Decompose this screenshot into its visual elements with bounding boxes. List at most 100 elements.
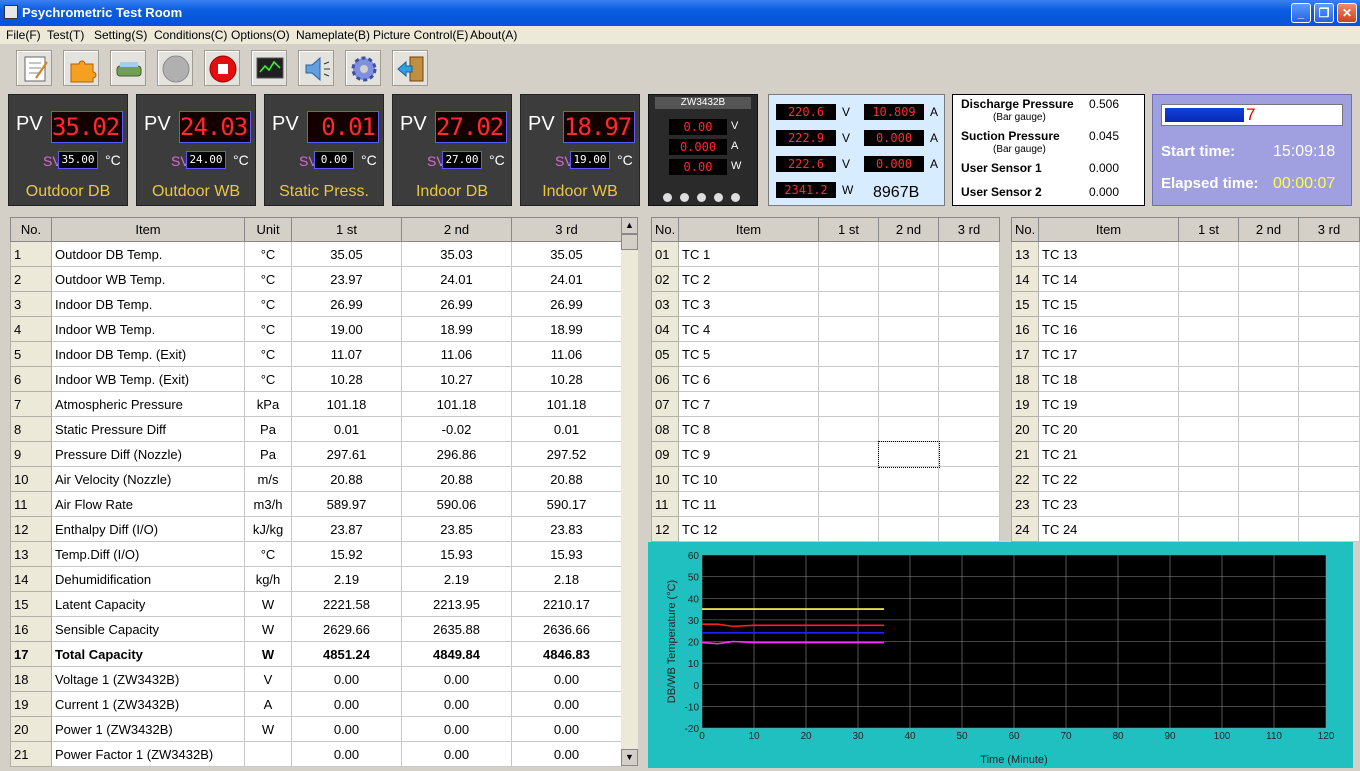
tc-value-cell[interactable] xyxy=(818,391,879,417)
tc-value-cell[interactable] xyxy=(878,491,939,517)
table-row[interactable]: 1 Outdoor DB Temp. °C 35.05 35.03 35.05 xyxy=(10,241,622,267)
tc-value-cell[interactable] xyxy=(938,416,1000,442)
table-row[interactable]: 07 TC 7 xyxy=(651,391,1000,417)
tc-value-cell[interactable] xyxy=(1238,266,1299,292)
table-row[interactable]: 14 TC 14 xyxy=(1011,266,1360,292)
tc-value-cell[interactable] xyxy=(1238,466,1299,492)
column-header[interactable]: Unit xyxy=(244,217,292,242)
table-row[interactable]: 19 TC 19 xyxy=(1011,391,1360,417)
table-row[interactable]: 4 Indoor WB Temp. °C 19.00 18.99 18.99 xyxy=(10,316,622,342)
table-row[interactable]: 16 TC 16 xyxy=(1011,316,1360,342)
menu-file[interactable]: File(F) xyxy=(6,28,41,42)
tc-value-cell[interactable] xyxy=(1298,341,1360,367)
tc-value-cell[interactable] xyxy=(938,516,1000,542)
results-scrollbar[interactable]: ▲ ▼ xyxy=(621,217,638,766)
pause-button[interactable] xyxy=(157,50,193,86)
table-row[interactable]: 9 Pressure Diff (Nozzle) Pa 297.61 296.86 297… xyxy=(10,441,622,467)
puzzle-button[interactable] xyxy=(63,50,99,86)
tc-value-cell[interactable] xyxy=(1298,491,1360,517)
tc-value-cell[interactable] xyxy=(818,341,879,367)
table-row[interactable]: 5 Indoor DB Temp. (Exit) °C 11.07 11.06 11.06 xyxy=(10,341,622,367)
table-row[interactable]: 13 Temp.Diff (I/O) °C 15.92 15.93 15.93 xyxy=(10,541,622,567)
tc-value-cell[interactable] xyxy=(878,366,939,392)
scanner-button[interactable] xyxy=(110,50,146,86)
settings-button[interactable] xyxy=(345,50,381,86)
restore-button[interactable]: ❐ xyxy=(1314,3,1334,23)
tc-value-cell[interactable] xyxy=(938,316,1000,342)
table-row[interactable]: 6 Indoor WB Temp. (Exit) °C 10.28 10.27 10.28 xyxy=(10,366,622,392)
sound-button[interactable] xyxy=(298,50,334,86)
column-header[interactable]: 1 st xyxy=(291,217,402,242)
tc-value-cell[interactable] xyxy=(938,341,1000,367)
column-header[interactable]: No. xyxy=(10,217,52,242)
tc-value-cell[interactable] xyxy=(938,266,1000,292)
tc-value-cell[interactable] xyxy=(1178,341,1239,367)
column-header[interactable]: 3 rd xyxy=(1298,217,1360,242)
table-row[interactable]: 01 TC 1 xyxy=(651,241,1000,267)
column-header[interactable]: No. xyxy=(1011,217,1039,242)
tc-value-cell[interactable] xyxy=(1178,316,1239,342)
table-row[interactable]: 13 TC 13 xyxy=(1011,241,1360,267)
tc-value-cell[interactable] xyxy=(1238,291,1299,317)
tc-value-cell[interactable] xyxy=(1298,291,1360,317)
tc-value-cell[interactable] xyxy=(938,291,1000,317)
table-row[interactable]: 3 Indoor DB Temp. °C 26.99 26.99 26.99 xyxy=(10,291,622,317)
column-header[interactable]: Item xyxy=(678,217,819,242)
column-header[interactable]: 1 st xyxy=(1178,217,1239,242)
menu-test[interactable]: Test(T) xyxy=(47,28,84,42)
scroll-up-arrow[interactable]: ▲ xyxy=(621,217,638,234)
tc-value-cell[interactable] xyxy=(1178,366,1239,392)
tc-value-cell[interactable] xyxy=(1298,466,1360,492)
tc-value-cell[interactable] xyxy=(878,416,939,442)
tc-value-cell[interactable] xyxy=(878,516,939,542)
tc-value-cell[interactable] xyxy=(1298,366,1360,392)
table-row[interactable]: 06 TC 6 xyxy=(651,366,1000,392)
tc-value-cell[interactable] xyxy=(1298,516,1360,542)
monitor-button[interactable] xyxy=(251,50,287,86)
table-row[interactable]: 20 Power 1 (ZW3432B) W 0.00 0.00 0.00 xyxy=(10,716,622,742)
tc-value-cell[interactable] xyxy=(1178,241,1239,267)
close-button[interactable]: ✕ xyxy=(1337,3,1357,23)
tc-value-cell[interactable] xyxy=(1178,516,1239,542)
column-header[interactable]: 2 nd xyxy=(1238,217,1299,242)
tc-value-cell[interactable] xyxy=(818,366,879,392)
tc-value-cell[interactable] xyxy=(938,391,1000,417)
tc-value-cell[interactable] xyxy=(1298,441,1360,467)
tc-value-cell[interactable] xyxy=(1178,491,1239,517)
table-row[interactable]: 04 TC 4 xyxy=(651,316,1000,342)
tc-value-cell[interactable] xyxy=(818,316,879,342)
table-row[interactable]: 19 Current 1 (ZW3432B) A 0.00 0.00 0.00 xyxy=(10,691,622,717)
column-header[interactable]: 1 st xyxy=(818,217,879,242)
tc-value-cell[interactable] xyxy=(1238,441,1299,467)
column-header[interactable]: Item xyxy=(51,217,245,242)
tc-value-cell[interactable] xyxy=(1178,416,1239,442)
tc-value-cell[interactable] xyxy=(878,316,939,342)
table-row[interactable]: 09 TC 9 xyxy=(651,440,1000,468)
tc-value-cell[interactable] xyxy=(1178,391,1239,417)
table-row[interactable]: 21 Power Factor 1 (ZW3432B) 0.00 0.00 0.00 xyxy=(10,741,622,767)
tc-value-cell[interactable] xyxy=(938,491,1000,517)
table-row[interactable]: 20 TC 20 xyxy=(1011,416,1360,442)
table-row[interactable]: 7 Atmospheric Pressure kPa 101.18 101.18 101.… xyxy=(10,391,622,417)
column-header[interactable]: 2 nd xyxy=(401,217,512,242)
table-row[interactable]: 8 Static Pressure Diff Pa 0.01 -0.02 0.01 xyxy=(10,416,622,442)
tc-value-cell[interactable] xyxy=(877,440,940,468)
scroll-down-arrow[interactable]: ▼ xyxy=(621,749,638,766)
table-row[interactable]: 05 TC 5 xyxy=(651,341,1000,367)
tc-value-cell[interactable] xyxy=(818,441,879,467)
table-row[interactable]: 11 Air Flow Rate m3/h 589.97 590.06 590.17 xyxy=(10,491,622,517)
tc-value-cell[interactable] xyxy=(878,466,939,492)
column-header[interactable]: 3 rd xyxy=(511,217,622,242)
tc-value-cell[interactable] xyxy=(1178,291,1239,317)
menu-about[interactable]: About(A) xyxy=(470,28,517,42)
tc-value-cell[interactable] xyxy=(818,491,879,517)
menu-picture-control[interactable]: Picture Control(E) xyxy=(373,28,468,42)
tc-value-cell[interactable] xyxy=(1238,516,1299,542)
table-row[interactable]: 10 TC 10 xyxy=(651,466,1000,492)
column-header[interactable]: No. xyxy=(651,217,679,242)
table-row[interactable]: 10 Air Velocity (Nozzle) m/s 20.88 20.88 20.8… xyxy=(10,466,622,492)
table-row[interactable]: 15 Latent Capacity W 2221.58 2213.95 2210.17 xyxy=(10,591,622,617)
table-row[interactable]: 24 TC 24 xyxy=(1011,516,1360,542)
table-row[interactable]: 17 Total Capacity W 4851.24 4849.84 4846.83 xyxy=(10,641,622,667)
tc-value-cell[interactable] xyxy=(1298,416,1360,442)
